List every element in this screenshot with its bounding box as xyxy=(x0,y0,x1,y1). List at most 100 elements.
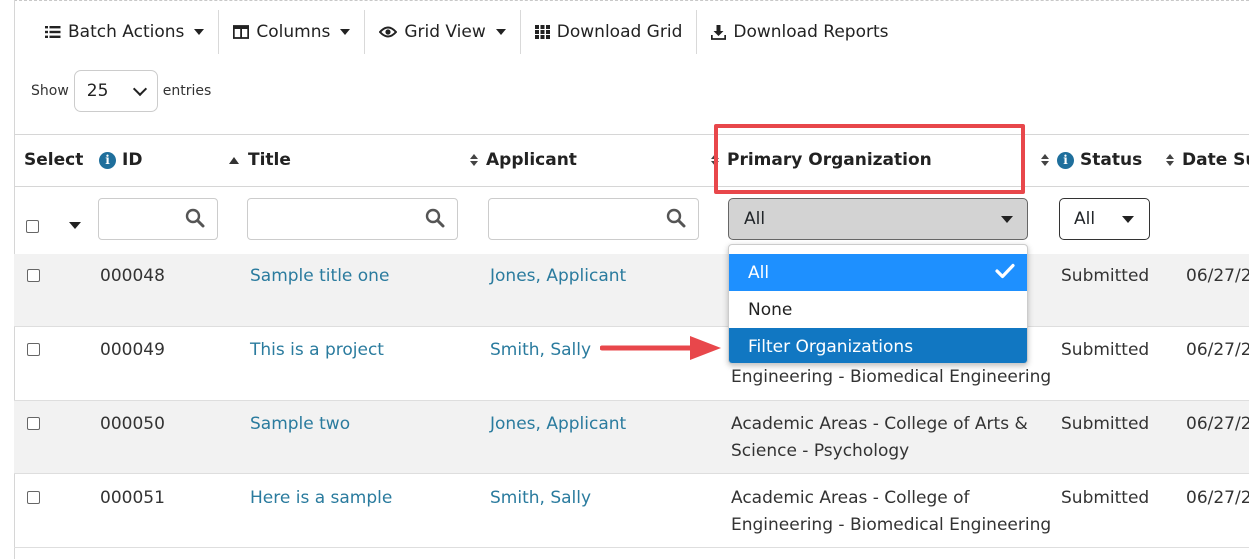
id-filter-input[interactable] xyxy=(98,198,218,240)
primary-organization-dropdown-menu: All None Filter Organizations xyxy=(728,244,1028,364)
column-header-id-label: ID xyxy=(122,150,143,170)
search-icon xyxy=(666,208,686,232)
sort-icon xyxy=(470,154,478,166)
row-date: 06/27/2 xyxy=(1186,488,1249,508)
dropdown-option-all[interactable]: All xyxy=(729,254,1027,291)
row-status: Submitted xyxy=(1061,340,1150,360)
row-applicant-link[interactable]: Smith, Sally xyxy=(490,337,591,364)
row-divider xyxy=(14,326,1249,327)
sort-icon xyxy=(1041,154,1049,166)
dropdown-option-label: All xyxy=(748,262,770,283)
row-status: Submitted xyxy=(1061,488,1150,508)
column-header-date-submitted-label: Date Su xyxy=(1182,150,1249,170)
row-date: 06/27/2 xyxy=(1186,414,1249,434)
row-organization-line-1: Academic Areas - College of Arts & xyxy=(731,414,1028,434)
row-title-link[interactable]: Here is a sample xyxy=(250,485,392,512)
download-reports-label: Download Reports xyxy=(733,22,889,42)
dropdown-option-filter-organizations[interactable]: Filter Organizations xyxy=(729,328,1027,363)
dropdown-option-label: Filter Organizations xyxy=(748,336,914,357)
primary-organization-filter-value: All xyxy=(744,209,766,229)
batch-actions-button[interactable]: Batch Actions xyxy=(31,10,218,54)
row-checkbox[interactable] xyxy=(27,269,40,282)
primary-organization-filter-select[interactable]: All xyxy=(728,198,1028,240)
page-length-select[interactable]: 25 xyxy=(73,70,158,112)
column-header-date-submitted[interactable]: Date Su xyxy=(1166,150,1249,170)
screenshot-frame: Batch Actions Columns Grid View Download… xyxy=(0,0,1249,559)
grid-icon xyxy=(534,25,550,39)
sort-icon xyxy=(1166,154,1174,166)
column-header-select: Select xyxy=(24,150,83,170)
row-id: 000048 xyxy=(100,266,165,286)
columns-icon xyxy=(233,25,250,39)
row-checkbox[interactable] xyxy=(27,417,40,430)
row-divider xyxy=(14,547,1249,548)
caret-down-icon xyxy=(1122,216,1134,223)
column-header-status[interactable]: i Status xyxy=(1041,150,1142,170)
applicant-filter-input[interactable] xyxy=(488,198,699,240)
sort-ascending-icon xyxy=(229,156,239,164)
row-organization-line-2: Engineering - Biomedical Engineering xyxy=(731,367,1052,387)
row-date: 06/27/2 xyxy=(1186,266,1249,286)
row-title-link[interactable]: Sample two xyxy=(250,411,350,438)
column-header-applicant-label: Applicant xyxy=(486,150,577,170)
download-grid-button[interactable]: Download Grid xyxy=(521,10,697,54)
row-applicant-link[interactable]: Smith, Sally xyxy=(490,485,591,512)
column-header-title-label: Title xyxy=(248,150,291,170)
column-header-id[interactable]: i ID xyxy=(99,150,142,170)
download-grid-label: Download Grid xyxy=(556,22,683,42)
row-applicant-link[interactable]: Jones, Applicant xyxy=(490,263,626,290)
top-border xyxy=(14,0,1249,1)
status-filter-select[interactable]: All xyxy=(1059,198,1150,240)
search-icon xyxy=(425,208,445,232)
column-header-title[interactable]: Title xyxy=(229,150,291,170)
search-icon xyxy=(185,208,205,232)
select-all-checkbox[interactable] xyxy=(26,220,39,233)
row-status: Submitted xyxy=(1061,266,1150,286)
table-top-border xyxy=(14,134,1249,135)
dropdown-option-label: None xyxy=(748,299,793,320)
row-divider xyxy=(14,473,1249,474)
columns-label: Columns xyxy=(256,22,331,42)
caret-down-icon xyxy=(1001,216,1013,223)
show-label: Show xyxy=(31,83,69,99)
row-id: 000051 xyxy=(100,488,165,508)
row-title-link[interactable]: Sample title one xyxy=(250,263,389,290)
row-date: 06/27/2 xyxy=(1186,340,1249,360)
column-header-applicant[interactable]: Applicant xyxy=(470,150,577,170)
caret-down-icon xyxy=(340,29,351,35)
row-organization-line-1: Academic Areas - College of xyxy=(731,488,970,508)
list-icon xyxy=(45,25,61,39)
row-id: 000050 xyxy=(100,414,165,434)
grid-view-button[interactable]: Grid View xyxy=(365,10,519,54)
annotation-arrow-icon xyxy=(599,333,724,367)
info-icon[interactable]: i xyxy=(99,151,116,169)
select-options-caret-icon[interactable] xyxy=(69,222,81,229)
row-title-link[interactable]: This is a project xyxy=(250,337,384,364)
chevron-down-icon xyxy=(132,81,147,96)
entries-label: entries xyxy=(162,83,212,99)
page-length-value: 25 xyxy=(86,81,109,101)
eye-icon xyxy=(379,26,398,38)
column-header-select-label: Select xyxy=(24,150,84,170)
caret-down-icon xyxy=(194,29,205,35)
row-applicant-link[interactable]: Jones, Applicant xyxy=(490,411,626,438)
grid-view-label: Grid View xyxy=(404,22,486,42)
status-filter-value: All xyxy=(1074,209,1096,229)
header-bottom-border xyxy=(14,186,1249,187)
row-checkbox[interactable] xyxy=(27,343,40,356)
batch-actions-label: Batch Actions xyxy=(68,22,185,42)
title-filter-input[interactable] xyxy=(247,198,458,240)
row-organization-line-2: Engineering - Biomedical Engineering xyxy=(731,515,1052,535)
columns-button[interactable]: Columns xyxy=(219,10,364,54)
row-organization-line-2: Science - Psychology xyxy=(731,441,910,461)
caret-down-icon xyxy=(495,29,506,35)
annotation-highlight-box xyxy=(714,124,1025,194)
page-length-control: Show 25 entries xyxy=(31,70,211,112)
row-status: Submitted xyxy=(1061,414,1150,434)
dropdown-option-none[interactable]: None xyxy=(729,291,1027,328)
info-icon[interactable]: i xyxy=(1057,151,1074,169)
download-reports-button[interactable]: Download Reports xyxy=(697,10,902,54)
row-checkbox[interactable] xyxy=(27,491,40,504)
column-header-status-label: Status xyxy=(1080,150,1143,170)
grid-toolbar: Batch Actions Columns Grid View Download… xyxy=(31,10,903,54)
